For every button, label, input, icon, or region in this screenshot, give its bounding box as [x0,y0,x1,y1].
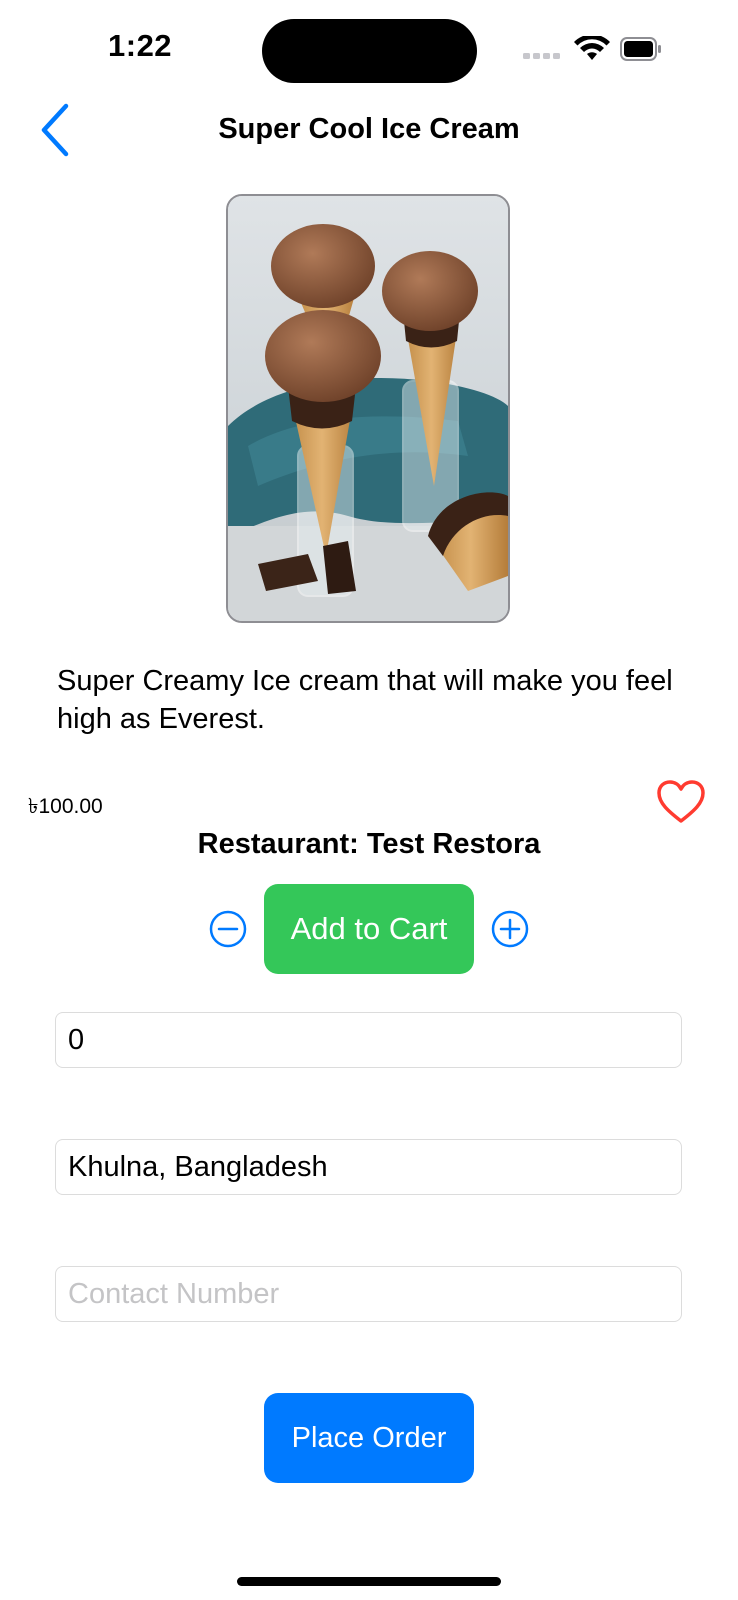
cellular-signal-icon [523,53,560,59]
contact-number-field[interactable]: Contact Number [55,1266,682,1322]
dynamic-island [262,19,477,83]
status-time: 1:22 [108,28,173,63]
increase-quantity-button[interactable] [490,909,530,949]
plus-circle-icon [491,910,529,948]
product-description: Super Creamy Ice cream that will make yo… [57,665,673,735]
quantity-field[interactable]: 0 [55,1012,682,1068]
add-to-cart-button[interactable]: Add to Cart [264,884,474,974]
minus-circle-icon [209,910,247,948]
ice-cream-illustration [228,196,508,621]
wifi-icon [574,36,610,60]
page-title: Super Cool Ice Cream [218,113,520,145]
address-field[interactable]: Khulna, Bangladesh [55,1139,682,1195]
restaurant-name: Restaurant: Test Restora [197,828,541,860]
decrease-quantity-button[interactable] [208,909,248,949]
favorite-button[interactable] [655,778,707,826]
home-indicator [237,1577,501,1586]
battery-icon [620,37,661,61]
product-image [226,194,510,623]
place-order-button[interactable]: Place Order [264,1393,474,1483]
product-price: ৳100.00 [28,795,103,818]
heart-icon [657,780,705,823]
